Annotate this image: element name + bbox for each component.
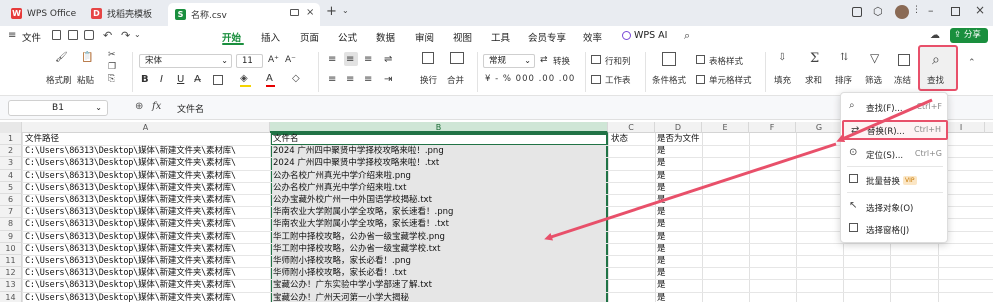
arrow-to-replace xyxy=(836,98,933,143)
arrow-to-column-b xyxy=(544,142,837,241)
annotation-arrows xyxy=(544,98,933,241)
